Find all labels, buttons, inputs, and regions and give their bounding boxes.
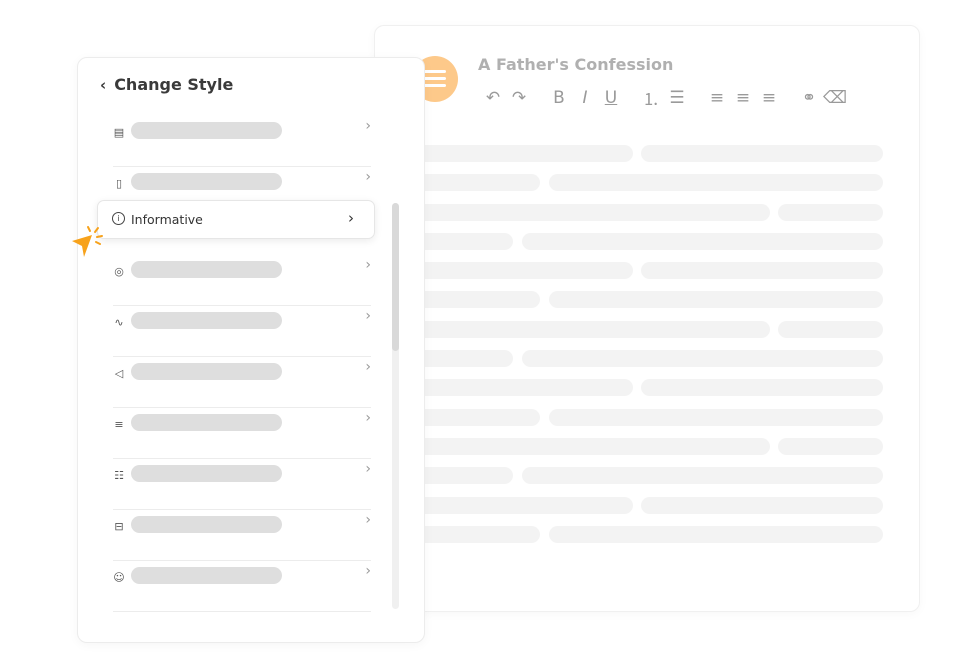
style-label-placeholder — [131, 261, 282, 278]
text-placeholder-bar — [778, 320, 883, 338]
chevron-right-icon: › — [348, 209, 354, 227]
text-placeholder-bar — [410, 437, 770, 455]
text-placeholder-bar — [641, 145, 883, 162]
text-placeholder-bar — [778, 203, 883, 221]
chevron-right-icon: › — [365, 461, 371, 477]
style-label-placeholder — [131, 363, 282, 380]
style-label-placeholder — [131, 516, 282, 533]
document-title: A Father's Confession — [478, 55, 674, 74]
text-placeholder-bar — [410, 525, 540, 543]
chevron-right-icon: › — [365, 308, 371, 324]
italic-icon[interactable]: I — [572, 88, 598, 108]
text-placeholder-bar — [410, 496, 633, 514]
style-option-label: Informative — [131, 212, 203, 227]
briefcase-icon: ⊟ — [114, 520, 124, 533]
style-option[interactable]: ≡ › — [113, 407, 371, 459]
chevron-right-icon: › — [365, 359, 371, 375]
align-center-icon[interactable]: ≡ — [730, 88, 756, 108]
undo-icon[interactable]: ↶ — [480, 88, 506, 108]
text-placeholder-bar — [410, 408, 540, 426]
scrollbar[interactable] — [392, 203, 399, 609]
list-icon: ☷ — [114, 469, 124, 482]
text-placeholder-bar — [522, 350, 883, 368]
numbered-list-icon[interactable]: ⒈ — [638, 85, 664, 110]
text-placeholder-bar — [522, 232, 883, 250]
style-option[interactable]: ◎ › — [113, 254, 371, 306]
text-placeholder-bar — [641, 496, 883, 514]
cursor-pointer-icon — [72, 226, 103, 257]
style-label-placeholder — [131, 567, 282, 584]
text-placeholder-bar — [410, 467, 513, 485]
text-placeholder-bar — [410, 174, 540, 192]
panel-header: ‹ Change Style — [100, 75, 233, 94]
text-placeholder-bar — [641, 262, 883, 280]
editor-toolbar: ↶ ↷ B I U ⒈ ☰ ≡ ≡ ≡ ⚭ ⌫ — [480, 85, 848, 111]
style-label-placeholder — [131, 312, 282, 329]
text-placeholder-bar — [641, 379, 883, 397]
chevron-right-icon: › — [365, 512, 371, 528]
style-label-placeholder — [131, 122, 282, 139]
text-placeholder-bar — [410, 291, 540, 309]
text-placeholder-bar — [549, 408, 883, 426]
megaphone-icon: ◁ — [114, 367, 124, 380]
link-icon[interactable]: ⚭ — [796, 88, 822, 108]
style-option[interactable]: ☷ › — [113, 458, 371, 510]
text-placeholder-bar — [549, 525, 883, 543]
chevron-right-icon: › — [365, 169, 371, 185]
bullet-list-icon[interactable]: ☰ — [664, 88, 690, 108]
chevron-right-icon: › — [365, 410, 371, 426]
document-icon: ▤ — [113, 126, 125, 139]
text-placeholder-bar — [778, 437, 883, 455]
underline-icon[interactable]: U — [598, 88, 624, 108]
lines-icon: ≡ — [114, 418, 124, 431]
chevron-right-icon: › — [365, 257, 371, 273]
chevron-right-icon: › — [365, 118, 371, 134]
text-placeholder-bar — [549, 291, 883, 309]
text-placeholder-bar — [410, 203, 770, 221]
change-style-panel: ‹ Change Style ▤ › ▯ › ◎ › ∿ › ◁ › ≡ › ☷ › ⊟ › ☺ › — [77, 57, 425, 643]
style-label-placeholder — [131, 465, 282, 482]
style-option[interactable]: ∿ › — [113, 305, 371, 357]
style-label-placeholder — [131, 414, 282, 431]
bold-icon[interactable]: B — [546, 88, 572, 108]
text-placeholder-bar — [410, 232, 513, 250]
align-right-icon[interactable]: ≡ — [756, 88, 782, 108]
waveform-icon: ∿ — [114, 316, 124, 329]
scrollbar-thumb[interactable] — [392, 203, 399, 351]
eraser-icon[interactable]: ⌫ — [822, 88, 848, 108]
chevron-left-icon[interactable]: ‹ — [100, 76, 106, 94]
text-placeholder-bar — [410, 320, 770, 338]
redo-icon[interactable]: ↷ — [506, 88, 532, 108]
align-left-icon[interactable]: ≡ — [704, 88, 730, 108]
text-placeholder-bar — [410, 262, 633, 280]
text-placeholder-bar — [522, 467, 883, 485]
style-option-informative[interactable]: i Informative › — [97, 200, 375, 239]
text-placeholder-bar — [410, 350, 513, 368]
chevron-right-icon: › — [365, 563, 371, 579]
style-option[interactable]: ☺ › — [113, 560, 371, 612]
panel-title: Change Style — [114, 75, 234, 94]
text-placeholder-bar — [410, 379, 633, 397]
style-option[interactable]: ▤ › — [113, 115, 371, 167]
text-placeholder-bar — [410, 145, 633, 162]
text-placeholder-bar — [549, 174, 883, 192]
style-label-placeholder — [131, 173, 282, 190]
cursor-click-icon: ◎ — [114, 265, 124, 278]
style-option[interactable]: ⊟ › — [113, 509, 371, 561]
tie-icon: ▯ — [115, 177, 123, 190]
smiley-icon: ☺ — [113, 571, 125, 584]
document-card — [374, 25, 920, 612]
style-option[interactable]: ◁ › — [113, 356, 371, 408]
info-icon: i — [112, 212, 125, 225]
